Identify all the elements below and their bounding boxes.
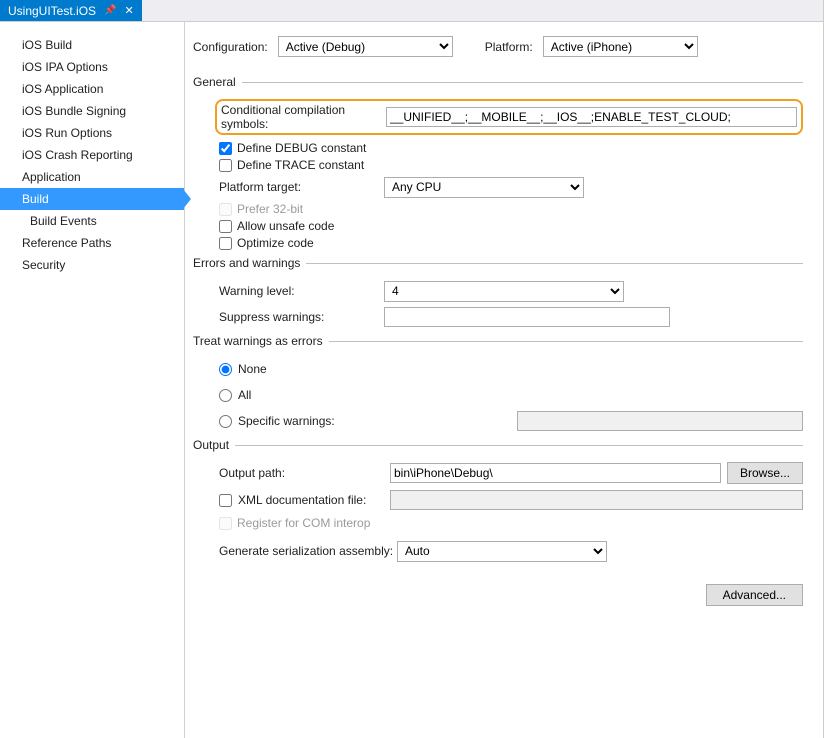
configuration-label: Configuration: bbox=[193, 40, 268, 54]
sidebar-item-reference-paths[interactable]: Reference Paths bbox=[0, 232, 184, 254]
general-header: General bbox=[193, 75, 803, 89]
gen-serialization-select[interactable]: Auto bbox=[397, 541, 607, 562]
sidebar-item-build[interactable]: Build bbox=[0, 188, 184, 210]
optimize-code-label: Optimize code bbox=[237, 236, 314, 250]
platform-select[interactable]: Active (iPhone) bbox=[543, 36, 698, 57]
treat-specific-radio[interactable] bbox=[219, 415, 232, 428]
sidebar: iOS BuildiOS IPA OptionsiOS Applicationi… bbox=[0, 22, 185, 738]
gen-serialization-label: Generate serialization assembly: bbox=[219, 544, 397, 558]
treat-warnings-header: Treat warnings as errors bbox=[193, 334, 803, 348]
xml-doc-input bbox=[390, 490, 803, 510]
treat-all-label: All bbox=[238, 388, 348, 402]
optimize-code-checkbox[interactable] bbox=[219, 237, 232, 250]
treat-none-radio[interactable] bbox=[219, 363, 232, 376]
conditional-symbols-label: Conditional compilation symbols: bbox=[217, 103, 386, 131]
platform-target-select[interactable]: Any CPU bbox=[384, 177, 584, 198]
prefer-32bit-checkbox bbox=[219, 203, 232, 216]
warning-level-select[interactable]: 4 bbox=[384, 281, 624, 302]
advanced-button[interactable]: Advanced... bbox=[706, 584, 803, 606]
configuration-select[interactable]: Active (Debug) bbox=[278, 36, 453, 57]
errors-header: Errors and warnings bbox=[193, 256, 803, 270]
document-tab[interactable]: UsingUITest.iOS 📌 ✕ bbox=[0, 0, 142, 21]
platform-label: Platform: bbox=[485, 40, 533, 54]
sidebar-item-ios-run-options[interactable]: iOS Run Options bbox=[0, 122, 184, 144]
sidebar-item-application[interactable]: Application bbox=[0, 166, 184, 188]
xml-doc-label: XML documentation file: bbox=[238, 493, 384, 507]
sidebar-item-ios-bundle-signing[interactable]: iOS Bundle Signing bbox=[0, 100, 184, 122]
tab-title: UsingUITest.iOS bbox=[8, 4, 96, 18]
suppress-warnings-input[interactable] bbox=[384, 307, 670, 327]
allow-unsafe-checkbox[interactable] bbox=[219, 220, 232, 233]
define-debug-checkbox[interactable] bbox=[219, 142, 232, 155]
prefer-32bit-label: Prefer 32-bit bbox=[237, 202, 303, 216]
conditional-symbols-highlight: Conditional compilation symbols: bbox=[215, 99, 803, 135]
sidebar-item-build-events[interactable]: Build Events bbox=[0, 210, 184, 232]
browse-button[interactable]: Browse... bbox=[727, 462, 803, 484]
platform-target-label: Platform target: bbox=[219, 180, 384, 194]
output-path-input[interactable] bbox=[390, 463, 721, 483]
register-com-checkbox bbox=[219, 517, 232, 530]
define-debug-label: Define DEBUG constant bbox=[237, 141, 366, 155]
define-trace-checkbox[interactable] bbox=[219, 159, 232, 172]
define-trace-label: Define TRACE constant bbox=[237, 158, 364, 172]
suppress-warnings-label: Suppress warnings: bbox=[219, 310, 384, 324]
sidebar-item-ios-crash-reporting[interactable]: iOS Crash Reporting bbox=[0, 144, 184, 166]
output-header: Output bbox=[193, 438, 803, 452]
sidebar-item-ios-application[interactable]: iOS Application bbox=[0, 78, 184, 100]
treat-none-label: None bbox=[238, 362, 348, 376]
treat-specific-input bbox=[517, 411, 803, 431]
conditional-symbols-input[interactable] bbox=[386, 107, 797, 127]
close-icon[interactable]: ✕ bbox=[124, 4, 133, 17]
sidebar-item-ios-ipa-options[interactable]: iOS IPA Options bbox=[0, 56, 184, 78]
allow-unsafe-label: Allow unsafe code bbox=[237, 219, 334, 233]
tab-bar: UsingUITest.iOS 📌 ✕ bbox=[0, 0, 823, 22]
pin-icon[interactable]: 📌 bbox=[104, 5, 116, 16]
sidebar-item-security[interactable]: Security bbox=[0, 254, 184, 276]
build-properties-panel: Configuration: Active (Debug) Platform: … bbox=[185, 22, 823, 738]
sidebar-item-ios-build[interactable]: iOS Build bbox=[0, 34, 184, 56]
treat-all-radio[interactable] bbox=[219, 389, 232, 402]
warning-level-label: Warning level: bbox=[219, 284, 384, 298]
register-com-label: Register for COM interop bbox=[237, 516, 370, 530]
output-path-label: Output path: bbox=[219, 466, 384, 480]
treat-specific-label: Specific warnings: bbox=[238, 414, 388, 428]
xml-doc-checkbox[interactable] bbox=[219, 494, 232, 507]
